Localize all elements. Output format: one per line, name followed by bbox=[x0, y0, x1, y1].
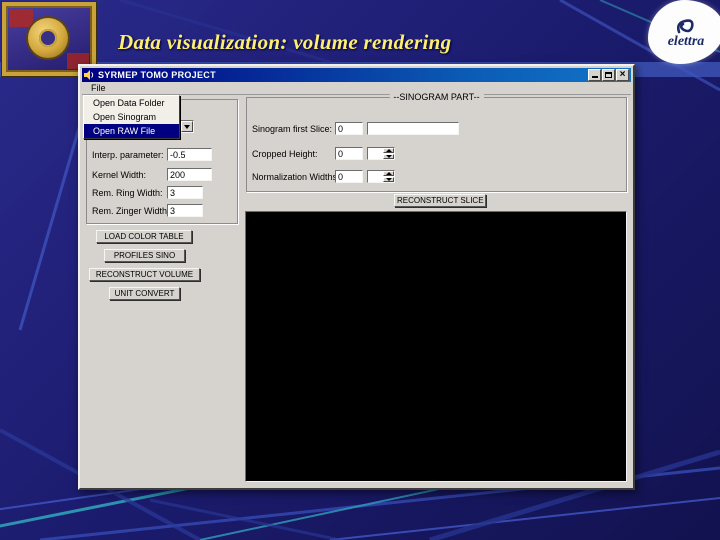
image-display-area bbox=[245, 211, 627, 482]
reconstruct-volume-button[interactable]: RECONSTRUCT VOLUME bbox=[89, 268, 200, 281]
crest-red-shape bbox=[9, 9, 33, 27]
interp-parameter-label: Interp. parameter: bbox=[92, 150, 164, 160]
spin-down-icon bbox=[385, 155, 392, 158]
rem-ring-width-label: Rem. Ring Width: bbox=[92, 188, 163, 198]
cropped-height-spin-up-button[interactable] bbox=[383, 148, 394, 153]
menu-item-open-raw-file[interactable]: Open RAW File bbox=[84, 124, 179, 138]
spin-down-icon bbox=[385, 178, 392, 181]
normalization-spin-up-button[interactable] bbox=[383, 171, 394, 176]
sinogram-first-slice-label: Sinogram first Slice: bbox=[252, 124, 333, 134]
crest-seal-center bbox=[39, 29, 57, 47]
speaker-icon bbox=[84, 70, 94, 80]
sinogram-first-slice-secondary-input[interactable] bbox=[367, 122, 459, 135]
chevron-down-icon bbox=[184, 124, 190, 129]
menu-item-open-sinogram[interactable]: Open Sinogram bbox=[84, 110, 179, 124]
cropped-height-input[interactable] bbox=[335, 147, 363, 160]
elettra-logo: elettra bbox=[648, 0, 720, 64]
interp-parameter-input[interactable] bbox=[167, 148, 212, 161]
kernel-width-input[interactable] bbox=[167, 168, 212, 181]
normalization-spin-down-button[interactable] bbox=[383, 177, 394, 182]
normalization-widths-label: Normalization Widths: bbox=[252, 172, 340, 182]
sinogram-groupbox-title: --SINOGRAM PART-- bbox=[389, 92, 484, 102]
spin-up-icon bbox=[385, 149, 392, 152]
profiles-sino-button[interactable]: PROFILES SINO bbox=[104, 249, 185, 262]
maximize-icon bbox=[605, 72, 612, 78]
window-title: SYRMEP TOMO PROJECT bbox=[98, 70, 216, 80]
menu-file[interactable]: File bbox=[87, 83, 110, 93]
minimize-icon bbox=[591, 73, 598, 78]
window-client-area: Interp. parameter: Kernel Width: Rem. Ri… bbox=[82, 92, 631, 486]
cropped-height-spin-down-button[interactable] bbox=[383, 154, 394, 159]
window-controls: × bbox=[588, 69, 629, 81]
rem-zinger-width-input[interactable] bbox=[167, 204, 203, 217]
menu-item-open-data-folder[interactable]: Open Data Folder bbox=[84, 96, 179, 110]
window-title-bar[interactable]: SYRMEP TOMO PROJECT × bbox=[82, 68, 631, 82]
rem-ring-width-input[interactable] bbox=[167, 186, 203, 199]
reconstruct-slice-button[interactable]: RECONSTRUCT SLICE bbox=[394, 194, 486, 207]
spin-up-icon bbox=[385, 172, 392, 175]
slide-title: Data visualization: volume rendering bbox=[118, 30, 452, 54]
maximize-button[interactable] bbox=[602, 69, 615, 81]
file-menu-dropdown: Open Data Folder Open Sinogram Open RAW … bbox=[83, 95, 180, 139]
close-icon: × bbox=[619, 69, 626, 80]
presentation-slide: Data visualization: volume rendering ele… bbox=[0, 0, 720, 540]
combo-dropdown-button[interactable] bbox=[181, 121, 193, 132]
close-button[interactable]: × bbox=[616, 69, 629, 81]
menu-bar: File bbox=[82, 82, 631, 95]
app-window: SYRMEP TOMO PROJECT × File Interp. param… bbox=[78, 64, 635, 490]
elettra-logo-text: elettra bbox=[667, 33, 705, 49]
load-color-table-button[interactable]: LOAD COLOR TABLE bbox=[96, 230, 192, 243]
kernel-width-label: Kernel Width: bbox=[92, 170, 147, 180]
normalization-widths-spinner[interactable] bbox=[367, 170, 395, 183]
elettra-swirl-icon bbox=[676, 18, 694, 33]
cropped-height-spinner[interactable] bbox=[367, 147, 395, 160]
rem-zinger-width-label: Rem. Zinger Width: bbox=[92, 206, 170, 216]
normalization-widths-input[interactable] bbox=[335, 170, 363, 183]
unit-convert-button[interactable]: UNIT CONVERT bbox=[109, 287, 180, 300]
cropped-height-label: Cropped Height: bbox=[252, 149, 318, 159]
minimize-button[interactable] bbox=[588, 69, 601, 81]
sinogram-first-slice-input[interactable] bbox=[335, 122, 363, 135]
